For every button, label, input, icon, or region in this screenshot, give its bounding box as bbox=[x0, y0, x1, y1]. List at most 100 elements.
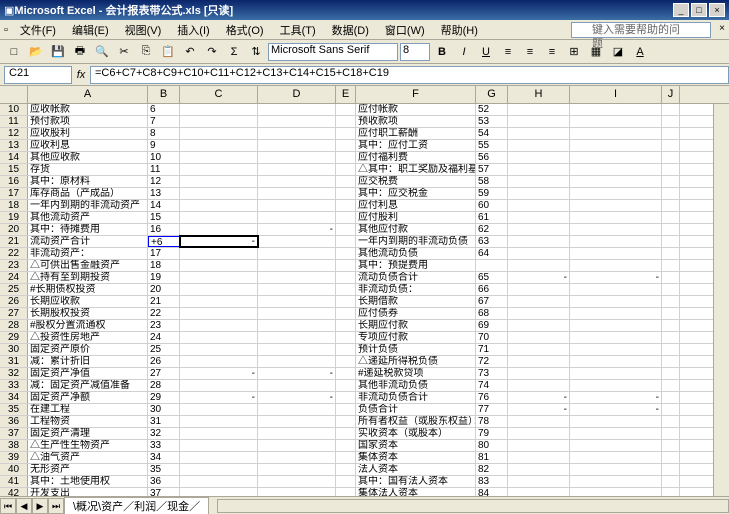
cell-J21[interactable] bbox=[662, 236, 680, 247]
cell-D37[interactable] bbox=[258, 428, 336, 439]
cell-J42[interactable] bbox=[662, 488, 680, 496]
cell-A31[interactable]: 减：累计折旧 bbox=[28, 356, 148, 367]
cell-B28[interactable]: 23 bbox=[148, 320, 180, 331]
cell-E31[interactable] bbox=[336, 356, 356, 367]
cell-C31[interactable] bbox=[180, 356, 258, 367]
row-header[interactable]: 26 bbox=[0, 296, 28, 307]
cell-E23[interactable] bbox=[336, 260, 356, 271]
cell-D11[interactable] bbox=[258, 116, 336, 127]
cell-A12[interactable]: 应收股利 bbox=[28, 128, 148, 139]
doc-close-button[interactable]: × bbox=[715, 23, 729, 37]
cell-F29[interactable]: 专项应付款 bbox=[356, 332, 476, 343]
cell-H26[interactable] bbox=[508, 296, 570, 307]
fill-color-icon[interactable]: ◪ bbox=[608, 42, 628, 62]
cell-E24[interactable] bbox=[336, 272, 356, 283]
cell-J34[interactable] bbox=[662, 392, 680, 403]
cell-A38[interactable]: △生产性生物资产 bbox=[28, 440, 148, 451]
row-header[interactable]: 24 bbox=[0, 272, 28, 283]
cell-B34[interactable]: 29 bbox=[148, 392, 180, 403]
col-header-I[interactable]: I bbox=[570, 86, 662, 103]
cell-E40[interactable] bbox=[336, 464, 356, 475]
cell-F15[interactable]: △其中：职工奖励及福利基金 bbox=[356, 164, 476, 175]
cell-F12[interactable]: 应付职工薪酬 bbox=[356, 128, 476, 139]
cell-B39[interactable]: 34 bbox=[148, 452, 180, 463]
cell-J15[interactable] bbox=[662, 164, 680, 175]
font-size-select[interactable]: 8 bbox=[400, 43, 430, 61]
paste-icon[interactable]: 📋 bbox=[158, 42, 178, 62]
cell-H13[interactable] bbox=[508, 140, 570, 151]
cell-B25[interactable]: 20 bbox=[148, 284, 180, 295]
cell-G15[interactable]: 57 bbox=[476, 164, 508, 175]
cell-I42[interactable] bbox=[570, 488, 662, 496]
cell-H10[interactable] bbox=[508, 104, 570, 115]
cell-H29[interactable] bbox=[508, 332, 570, 343]
cell-H42[interactable] bbox=[508, 488, 570, 496]
cell-H28[interactable] bbox=[508, 320, 570, 331]
font-color-icon[interactable]: A bbox=[630, 42, 650, 62]
cell-D21[interactable] bbox=[258, 236, 336, 247]
cell-C24[interactable] bbox=[180, 272, 258, 283]
cell-F37[interactable]: 实收资本（或股本） bbox=[356, 428, 476, 439]
cell-F27[interactable]: 应付债券 bbox=[356, 308, 476, 319]
font-name-select[interactable]: Microsoft Sans Serif bbox=[268, 43, 398, 61]
cell-I33[interactable] bbox=[570, 380, 662, 391]
cell-J12[interactable] bbox=[662, 128, 680, 139]
cell-D13[interactable] bbox=[258, 140, 336, 151]
cell-F25[interactable]: 非流动负债： bbox=[356, 284, 476, 295]
cell-C17[interactable] bbox=[180, 188, 258, 199]
row-header[interactable]: 42 bbox=[0, 488, 28, 496]
row-header[interactable]: 16 bbox=[0, 176, 28, 187]
cell-F20[interactable]: 其他应付款 bbox=[356, 224, 476, 235]
cell-G40[interactable]: 82 bbox=[476, 464, 508, 475]
cell-A35[interactable]: 在建工程 bbox=[28, 404, 148, 415]
cell-J18[interactable] bbox=[662, 200, 680, 211]
row-header[interactable]: 28 bbox=[0, 320, 28, 331]
cell-H38[interactable] bbox=[508, 440, 570, 451]
row-header[interactable]: 23 bbox=[0, 260, 28, 271]
cell-J23[interactable] bbox=[662, 260, 680, 271]
cut-icon[interactable]: ✂ bbox=[114, 42, 134, 62]
menu-window[interactable]: 窗口(W) bbox=[377, 22, 433, 38]
sort-icon[interactable]: ⇅ bbox=[246, 42, 266, 62]
sum-icon[interactable]: Σ bbox=[224, 42, 244, 62]
cell-H40[interactable] bbox=[508, 464, 570, 475]
formula-input[interactable]: =C6+C7+C8+C9+C10+C11+C12+C13+C14+C15+C18… bbox=[90, 66, 729, 84]
cell-G33[interactable]: 74 bbox=[476, 380, 508, 391]
cell-I16[interactable] bbox=[570, 176, 662, 187]
cell-A39[interactable]: △油气资产 bbox=[28, 452, 148, 463]
cell-B41[interactable]: 36 bbox=[148, 476, 180, 487]
cell-H21[interactable] bbox=[508, 236, 570, 247]
cell-B19[interactable]: 15 bbox=[148, 212, 180, 223]
merge-icon[interactable]: ⊞ bbox=[564, 42, 584, 62]
cell-A29[interactable]: △投资性房地产 bbox=[28, 332, 148, 343]
col-header-D[interactable]: D bbox=[258, 86, 336, 103]
align-right-icon[interactable]: ≡ bbox=[542, 42, 562, 62]
cell-D25[interactable] bbox=[258, 284, 336, 295]
cell-J36[interactable] bbox=[662, 416, 680, 427]
cell-J41[interactable] bbox=[662, 476, 680, 487]
cell-E28[interactable] bbox=[336, 320, 356, 331]
cell-D24[interactable] bbox=[258, 272, 336, 283]
cell-D39[interactable] bbox=[258, 452, 336, 463]
cell-F42[interactable]: 集体法人资本 bbox=[356, 488, 476, 496]
spreadsheet-grid[interactable]: A B C D E F G H I J 10应收帐款6应付帐款5211预付款项7… bbox=[0, 86, 729, 496]
cell-H41[interactable] bbox=[508, 476, 570, 487]
sheet-nav-last[interactable]: ⏭ bbox=[48, 498, 64, 514]
cell-I29[interactable] bbox=[570, 332, 662, 343]
cell-I18[interactable] bbox=[570, 200, 662, 211]
cell-J17[interactable] bbox=[662, 188, 680, 199]
cell-B32[interactable]: 27 bbox=[148, 368, 180, 379]
cell-B23[interactable]: 18 bbox=[148, 260, 180, 271]
cell-J31[interactable] bbox=[662, 356, 680, 367]
cell-F30[interactable]: 预计负债 bbox=[356, 344, 476, 355]
cell-F23[interactable]: 其中：预提费用 bbox=[356, 260, 476, 271]
cell-D28[interactable] bbox=[258, 320, 336, 331]
cell-G38[interactable]: 80 bbox=[476, 440, 508, 451]
cell-F18[interactable]: 应付利息 bbox=[356, 200, 476, 211]
cell-C11[interactable] bbox=[180, 116, 258, 127]
cell-D23[interactable] bbox=[258, 260, 336, 271]
cell-A22[interactable]: 非流动资产： bbox=[28, 248, 148, 259]
col-header-F[interactable]: F bbox=[356, 86, 476, 103]
col-header-A[interactable]: A bbox=[28, 86, 148, 103]
cell-G27[interactable]: 68 bbox=[476, 308, 508, 319]
